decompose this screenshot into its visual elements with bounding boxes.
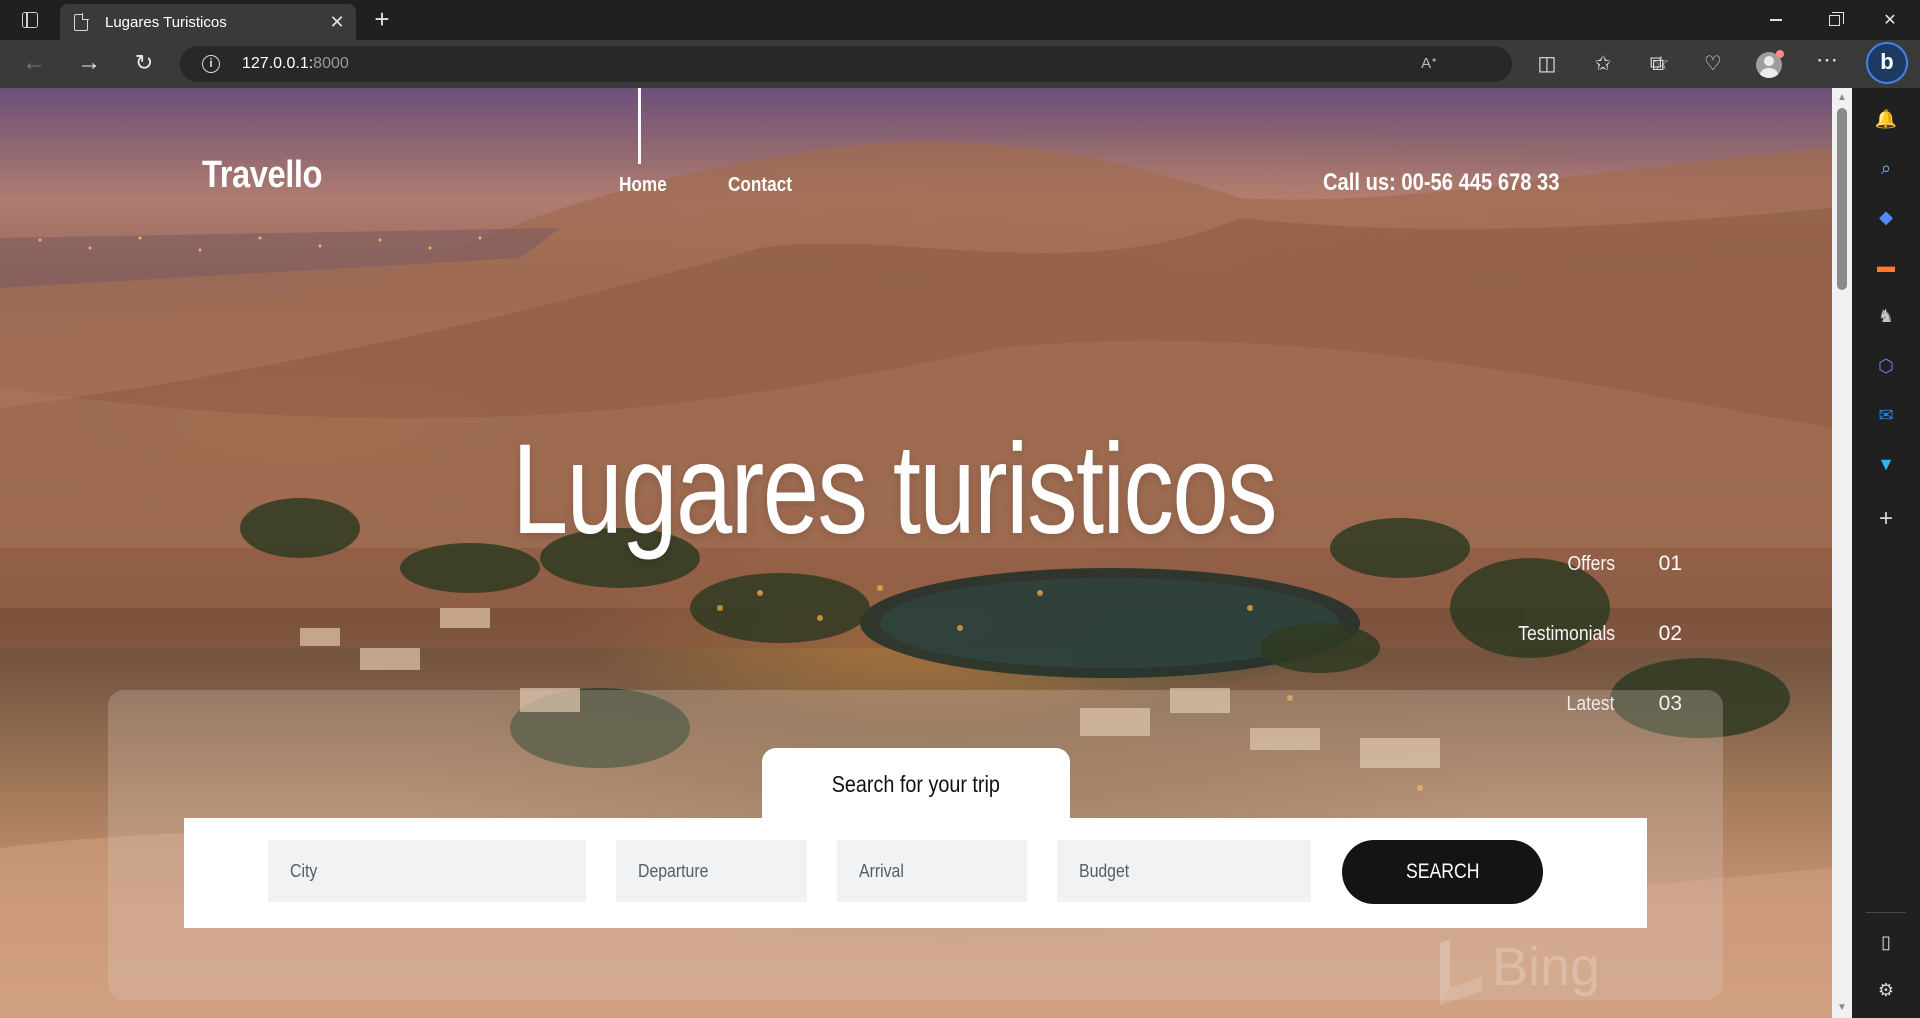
browser-toolbar: ← → ↻ i 127.0.0.1:8000 Aᐩ ☆ ◫ ✩ ⧉ ♡ ⋯ xyxy=(0,40,1920,88)
budget-input[interactable]: Budget xyxy=(1057,840,1311,902)
phone-number: Call us: 00-56 445 678 33 xyxy=(1323,169,1560,196)
side-nav-offers[interactable]: Offers 01 xyxy=(1561,552,1682,576)
address-url[interactable]: 127.0.0.1:8000 xyxy=(242,55,349,73)
shopping-icon[interactable]: ◆ xyxy=(1872,203,1900,231)
departure-placeholder: Departure xyxy=(638,860,709,881)
search-button-label: SEARCH xyxy=(1405,860,1480,883)
settings-icon[interactable]: ⚙ xyxy=(1872,976,1900,1004)
tools-icon[interactable]: ▬ xyxy=(1872,252,1900,280)
browser-essentials-icon[interactable]: ♡ xyxy=(1698,50,1728,78)
sidebar-divider xyxy=(1866,912,1906,913)
minimize-icon[interactable] xyxy=(1748,0,1804,40)
city-placeholder: City xyxy=(290,860,318,881)
arrival-placeholder: Arrival xyxy=(859,860,904,881)
scroll-down-icon[interactable]: ▼ xyxy=(1832,1000,1852,1016)
microsoft365-icon[interactable]: ⬡ xyxy=(1872,352,1900,380)
site-info-icon[interactable]: i xyxy=(202,55,220,73)
browser-tab[interactable]: Lugares Turisticos ✕ xyxy=(60,4,356,40)
games-icon[interactable]: ♞ xyxy=(1872,302,1900,330)
more-icon[interactable]: ⋯ xyxy=(1812,49,1842,78)
nav-home-link[interactable]: Home xyxy=(619,174,667,197)
collections-icon[interactable]: ⧉ xyxy=(1642,50,1672,78)
address-bar[interactable]: i 127.0.0.1:8000 Aᐩ ☆ xyxy=(180,46,1670,82)
back-icon[interactable]: ← xyxy=(17,48,51,80)
window-close-icon[interactable]: ✕ xyxy=(1862,0,1918,40)
search-tab-label: Search for your trip xyxy=(831,770,1001,797)
edge-sidebar: 🔔 ⌕ ◆ ▬ ♞ ⬡ ✉ ▼ + ▯ ⚙ xyxy=(1852,88,1920,1018)
search-tab[interactable]: Search for your trip xyxy=(762,748,1070,820)
split-screen-icon[interactable]: ◫ xyxy=(1532,50,1562,78)
budget-placeholder: Budget xyxy=(1079,860,1130,881)
add-icon[interactable]: + xyxy=(1872,505,1900,533)
arrival-input[interactable]: Arrival xyxy=(837,840,1027,902)
side-nav-number: 01 xyxy=(1658,552,1682,575)
reload-icon[interactable]: ↻ xyxy=(127,48,161,80)
url-port: 8000 xyxy=(313,55,349,72)
url-host: 127.0.0.1: xyxy=(242,55,314,72)
favorites-icon[interactable]: ✩ xyxy=(1588,50,1618,78)
city-input[interactable]: City xyxy=(268,840,586,902)
tab-actions-icon[interactable] xyxy=(14,6,46,34)
restore-icon[interactable] xyxy=(1806,0,1862,40)
page-icon xyxy=(74,13,89,31)
page-viewport: Travello Home Contact Call us: 00-56 445… xyxy=(0,88,1832,1018)
site-logo[interactable]: Travello xyxy=(202,154,323,197)
read-aloud-icon[interactable]: Aᐩ xyxy=(1416,52,1442,76)
page-scrollbar[interactable]: ▲ ▼ xyxy=(1832,88,1852,1018)
scroll-thumb[interactable] xyxy=(1837,108,1847,290)
side-nav-testimonials[interactable]: Testimonials 02 xyxy=(1505,622,1682,646)
bing-watermark-text: Bing xyxy=(1492,937,1601,997)
nav-active-indicator xyxy=(638,88,641,164)
notifications-icon[interactable]: 🔔 xyxy=(1872,105,1900,133)
side-nav-number: 02 xyxy=(1658,622,1682,645)
search-button[interactable]: SEARCH xyxy=(1342,840,1543,904)
nav-contact-link[interactable]: Contact xyxy=(728,174,792,197)
search-icon[interactable]: ⌕ xyxy=(1872,154,1900,182)
scroll-up-icon[interactable]: ▲ xyxy=(1832,90,1852,106)
tab-title: Lugares Turisticos xyxy=(105,14,227,31)
bing-watermark: Bing xyxy=(1440,929,1601,1005)
side-nav-label: Offers xyxy=(1567,552,1615,575)
new-tab-icon[interactable]: + xyxy=(368,6,396,34)
bing-copilot-icon[interactable]: b xyxy=(1866,42,1908,84)
hero-title: Lugares turisticos xyxy=(512,418,1278,561)
profile-notification-dot xyxy=(1776,50,1784,58)
drop-icon[interactable]: ▼ xyxy=(1872,450,1900,478)
forward-icon[interactable]: → xyxy=(72,48,106,80)
tab-strip: Lugares Turisticos ✕ + ✕ xyxy=(0,0,1920,40)
site-root: Travello Home Contact Call us: 00-56 445… xyxy=(0,88,1832,1018)
departure-input[interactable]: Departure xyxy=(616,840,807,902)
bing-logo-icon xyxy=(1440,929,1482,1005)
close-tab-icon[interactable]: ✕ xyxy=(326,11,348,33)
side-nav-label: Testimonials xyxy=(1517,622,1615,645)
sidebar-toggle-icon[interactable]: ▯ xyxy=(1872,928,1900,956)
outlook-icon[interactable]: ✉ xyxy=(1872,401,1900,429)
